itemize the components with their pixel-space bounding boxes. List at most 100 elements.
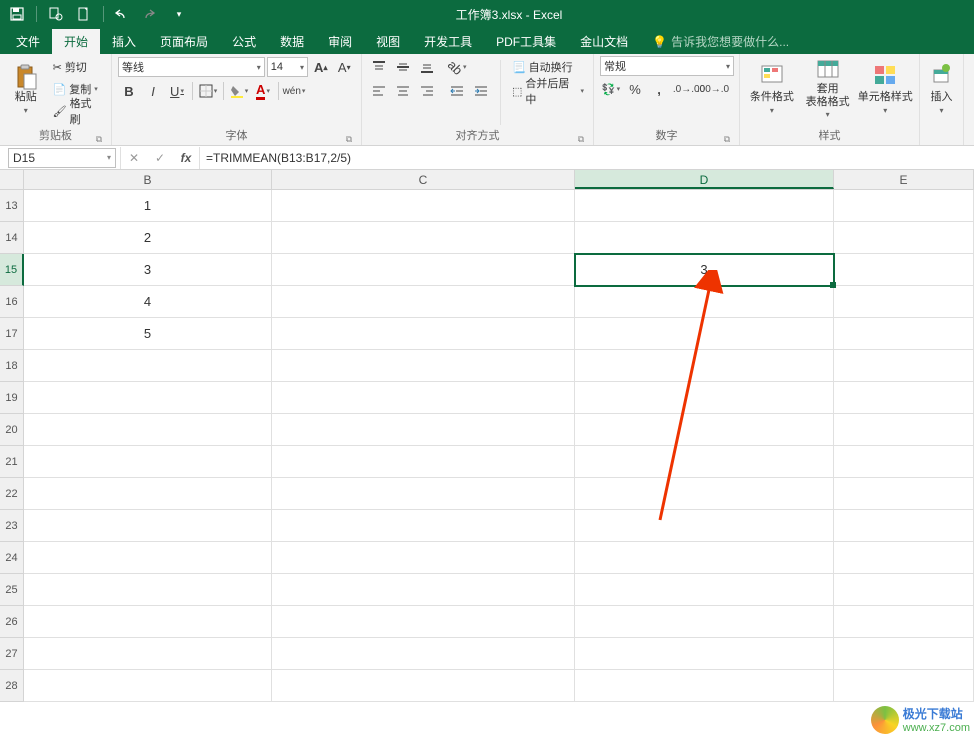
comma-button[interactable]: , [648, 78, 670, 100]
row-header-23[interactable]: 23 [0, 510, 24, 542]
cell-D17[interactable] [575, 318, 834, 350]
insert-cells-button[interactable]: 插入▾ [926, 56, 957, 122]
cell-E23[interactable] [834, 510, 974, 542]
cell-C23[interactable] [272, 510, 575, 542]
number-launcher[interactable]: ⧉ [721, 132, 733, 144]
cell-B24[interactable] [24, 542, 272, 574]
conditional-format-button[interactable]: 条件格式▾ [746, 56, 798, 122]
row-header-13[interactable]: 13 [0, 190, 24, 222]
cancel-formula-button[interactable]: ✕ [121, 147, 147, 169]
align-center-button[interactable] [392, 80, 414, 102]
format-painter-button[interactable]: 🖌格式刷 [50, 100, 105, 122]
border-button[interactable] [197, 80, 219, 102]
italic-button[interactable]: I [142, 80, 164, 102]
cell-C16[interactable] [272, 286, 575, 318]
paste-button[interactable]: 粘贴 ▾ [6, 56, 46, 122]
cell-E22[interactable] [834, 478, 974, 510]
font-size-combo[interactable]: 14▾ [267, 57, 308, 77]
row-header-18[interactable]: 18 [0, 350, 24, 382]
insert-function-button[interactable]: fx [173, 147, 199, 169]
cell-C15[interactable] [272, 254, 575, 286]
cell-E18[interactable] [834, 350, 974, 382]
cell-E13[interactable] [834, 190, 974, 222]
cell-E26[interactable] [834, 606, 974, 638]
cell-C22[interactable] [272, 478, 575, 510]
cell-B17[interactable]: 5 [24, 318, 272, 350]
align-left-button[interactable] [368, 80, 390, 102]
cell-C18[interactable] [272, 350, 575, 382]
tab-page-layout[interactable]: 页面布局 [148, 29, 220, 54]
cell-B23[interactable] [24, 510, 272, 542]
row-header-25[interactable]: 25 [0, 574, 24, 606]
row-header-22[interactable]: 22 [0, 478, 24, 510]
cell-D13[interactable] [575, 190, 834, 222]
decrease-font-button[interactable]: A▾ [334, 56, 356, 78]
row-header-16[interactable]: 16 [0, 286, 24, 318]
cell-D21[interactable] [575, 446, 834, 478]
cell-C27[interactable] [272, 638, 575, 670]
cell-E16[interactable] [834, 286, 974, 318]
cell-C17[interactable] [272, 318, 575, 350]
row-header-27[interactable]: 27 [0, 638, 24, 670]
cell-E27[interactable] [834, 638, 974, 670]
name-box[interactable]: D15▾ [8, 148, 116, 168]
tab-developer[interactable]: 开发工具 [412, 29, 484, 54]
increase-font-button[interactable]: A▴ [310, 56, 332, 78]
tab-data[interactable]: 数据 [268, 29, 316, 54]
merge-center-button[interactable]: ⬚合并后居中▾ [509, 80, 587, 102]
cell-E14[interactable] [834, 222, 974, 254]
enter-formula-button[interactable]: ✓ [147, 147, 173, 169]
redo-button[interactable] [140, 3, 162, 25]
cell-C20[interactable] [272, 414, 575, 446]
percent-button[interactable]: % [624, 78, 646, 100]
clipboard-launcher[interactable]: ⧉ [93, 132, 105, 144]
accounting-format-button[interactable]: 💱 [600, 78, 622, 100]
decrease-indent-button[interactable] [446, 80, 468, 102]
cell-C14[interactable] [272, 222, 575, 254]
cell-D15[interactable]: 3 [575, 254, 834, 286]
cell-C21[interactable] [272, 446, 575, 478]
qat-customize-button[interactable]: ▾ [168, 3, 190, 25]
column-header-E[interactable]: E [834, 170, 974, 189]
formula-input[interactable]: =TRIMMEAN(B13:B17,2/5) [199, 147, 974, 169]
new-button[interactable] [73, 3, 95, 25]
cell-B21[interactable] [24, 446, 272, 478]
cell-E17[interactable] [834, 318, 974, 350]
cell-D14[interactable] [575, 222, 834, 254]
cell-E25[interactable] [834, 574, 974, 606]
print-preview-button[interactable] [45, 3, 67, 25]
cell-C19[interactable] [272, 382, 575, 414]
cell-E15[interactable] [834, 254, 974, 286]
cell-D23[interactable] [575, 510, 834, 542]
cell-B13[interactable]: 1 [24, 190, 272, 222]
tab-pdf-tools[interactable]: PDF工具集 [484, 29, 568, 54]
cell-D24[interactable] [575, 542, 834, 574]
cell-B25[interactable] [24, 574, 272, 606]
cell-B26[interactable] [24, 606, 272, 638]
row-header-26[interactable]: 26 [0, 606, 24, 638]
cell-C25[interactable] [272, 574, 575, 606]
cell-C26[interactable] [272, 606, 575, 638]
cell-E19[interactable] [834, 382, 974, 414]
cell-D27[interactable] [575, 638, 834, 670]
decrease-decimal-button[interactable]: .00→.0 [702, 78, 724, 100]
orientation-button[interactable]: ab [446, 56, 468, 78]
row-header-24[interactable]: 24 [0, 542, 24, 574]
row-header-20[interactable]: 20 [0, 414, 24, 446]
tab-view[interactable]: 视图 [364, 29, 412, 54]
tab-review[interactable]: 审阅 [316, 29, 364, 54]
cell-D28[interactable] [575, 670, 834, 702]
undo-button[interactable] [112, 3, 134, 25]
cell-E21[interactable] [834, 446, 974, 478]
cell-B22[interactable] [24, 478, 272, 510]
format-as-table-button[interactable]: 套用 表格格式▾ [802, 56, 854, 122]
font-launcher[interactable]: ⧉ [343, 132, 355, 144]
cell-B27[interactable] [24, 638, 272, 670]
underline-button[interactable]: U [166, 80, 188, 102]
tab-kingsoft-docs[interactable]: 金山文档 [568, 29, 640, 54]
font-color-button[interactable]: A [252, 80, 274, 102]
row-header-17[interactable]: 17 [0, 318, 24, 350]
tab-home[interactable]: 开始 [52, 29, 100, 54]
cell-D18[interactable] [575, 350, 834, 382]
cell-B19[interactable] [24, 382, 272, 414]
